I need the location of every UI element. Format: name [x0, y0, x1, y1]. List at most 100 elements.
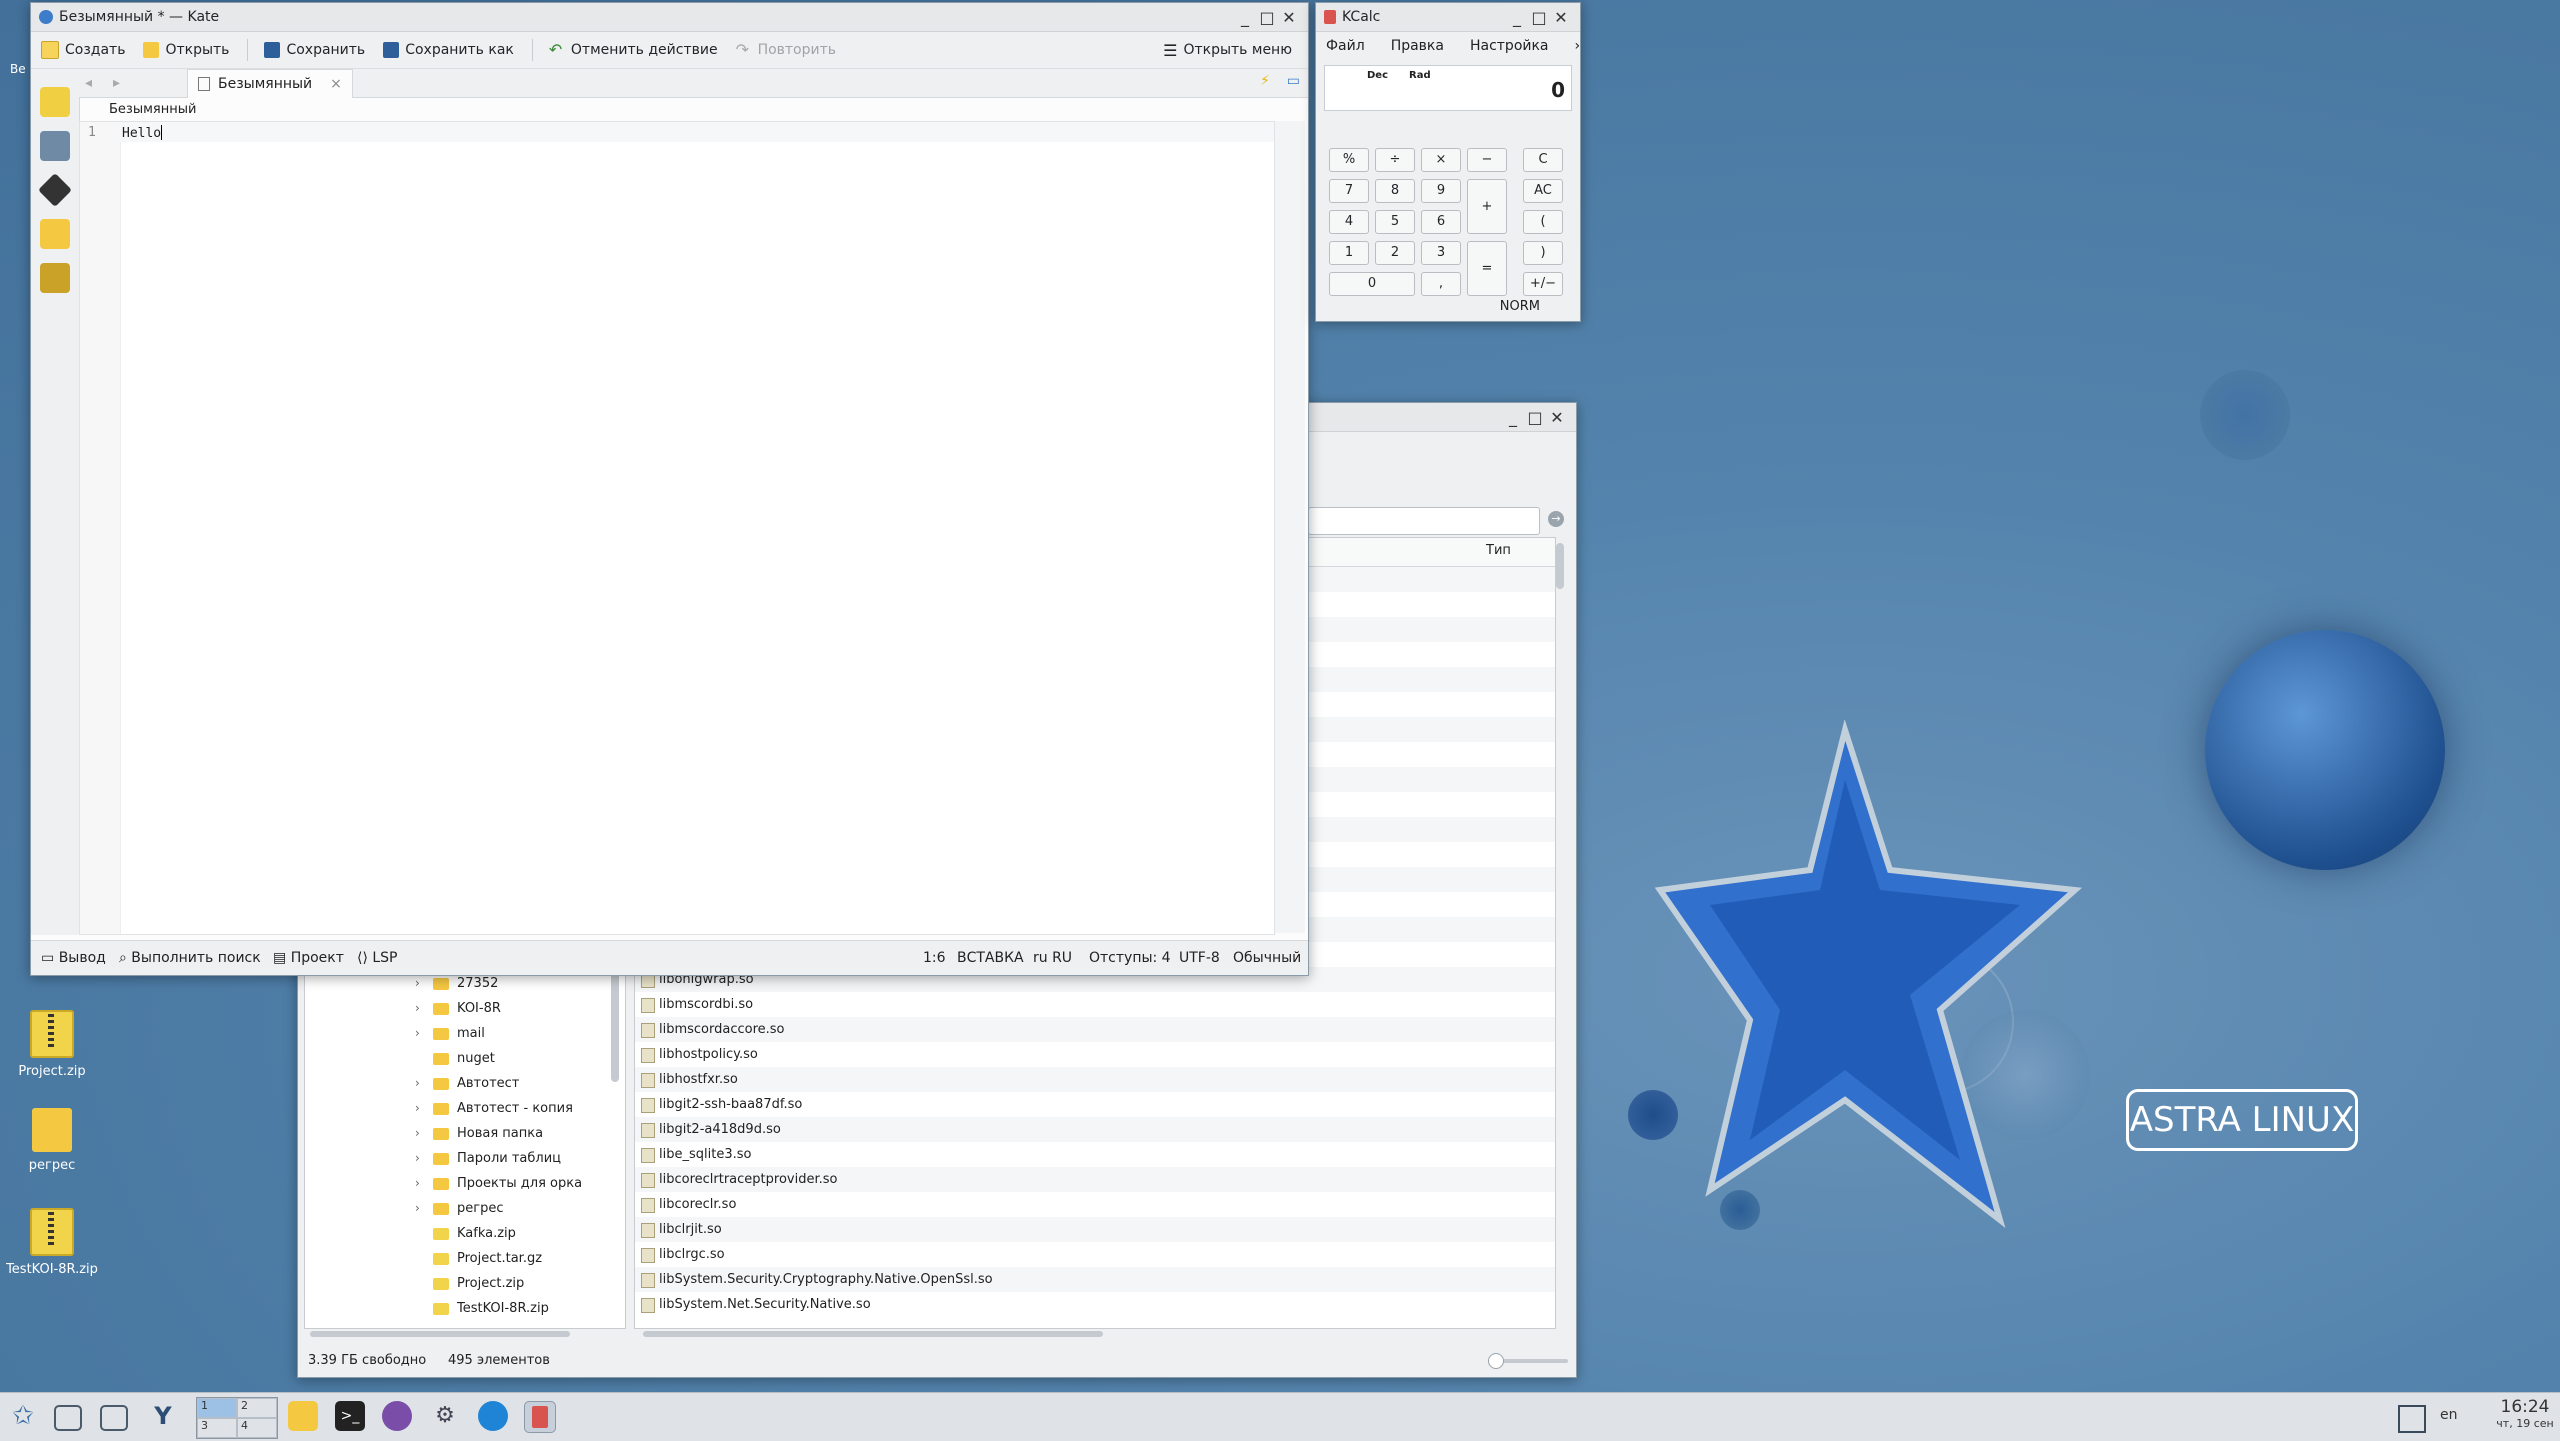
tree-item[interactable]: Project.zip	[305, 1272, 625, 1297]
input-mode[interactable]: ВСТАВКА	[957, 950, 1024, 966]
split-view-icon[interactable]: ▭	[1287, 73, 1300, 89]
projects-icon[interactable]	[40, 219, 70, 249]
indentation-setting[interactable]: Отступы: 4	[1089, 950, 1171, 966]
search-input[interactable]	[1308, 507, 1540, 535]
key-d0[interactable]: 0	[1329, 272, 1415, 296]
file-row[interactable]: libgit2-ssh-baa87df.soРазделяемая библио…	[635, 1092, 1555, 1117]
file-row[interactable]: libcoreclrtraceptprovider.soРазделяемая …	[635, 1167, 1555, 1192]
tree-item[interactable]: nuget	[305, 1047, 625, 1072]
filesystem-browser-icon[interactable]	[40, 131, 70, 161]
app-grid-icon[interactable]	[2398, 1405, 2426, 1433]
expand-arrow-icon[interactable]: ›	[415, 1201, 420, 1215]
key-divide[interactable]: ÷	[1375, 148, 1415, 172]
syntax-mode[interactable]: Обычный	[1233, 950, 1301, 966]
git-icon[interactable]	[38, 173, 72, 207]
key-multiply[interactable]: ×	[1421, 148, 1461, 172]
close-icon[interactable]: ✕	[1550, 8, 1572, 27]
key-comma[interactable]: ,	[1421, 272, 1461, 296]
screenshot-icon[interactable]	[100, 1405, 128, 1431]
minimize-icon[interactable]: _	[1234, 8, 1256, 27]
dictionary-language[interactable]: ru RU	[1033, 950, 1072, 966]
key-plus[interactable]: +	[1467, 179, 1507, 234]
undo-button[interactable]: ↶ Отменить действие	[549, 42, 718, 59]
start-menu-star-icon[interactable]: ✩	[8, 1401, 38, 1431]
file-list-hscrollbar[interactable]	[643, 1331, 1103, 1337]
documents-icon[interactable]	[40, 87, 70, 117]
file-row[interactable]: libmscordaccore.soРазделяемая библиотека	[635, 1017, 1555, 1042]
key-clear[interactable]: C	[1523, 148, 1563, 172]
tree-item[interactable]: › Автотест	[305, 1072, 625, 1097]
menu-edit[interactable]: Правка	[1391, 38, 1444, 54]
minimap-scrollbar[interactable]	[1275, 121, 1305, 933]
column-header-type[interactable]: Тип	[1486, 543, 1511, 558]
key-d5[interactable]: 5	[1375, 210, 1415, 234]
expand-arrow-icon[interactable]: ›	[415, 1101, 420, 1115]
key-d4[interactable]: 4	[1329, 210, 1369, 234]
file-row[interactable]: libcoreclr.soРазделяемая библиотека	[635, 1192, 1555, 1217]
minimize-icon[interactable]: _	[1502, 408, 1524, 427]
search-go-icon[interactable]: →	[1548, 511, 1564, 527]
maximize-icon[interactable]: □	[1256, 8, 1278, 27]
open-button[interactable]: Открыть	[143, 42, 229, 58]
breadcrumb[interactable]: Безымянный	[79, 99, 1308, 121]
tab-scroll-right-icon[interactable]: ▸	[113, 75, 120, 91]
tree-item[interactable]: › Проекты для орка	[305, 1172, 625, 1197]
close-tab-icon[interactable]: ×	[330, 76, 342, 92]
file-row[interactable]: libmscordbi.soРазделяемая библиотека	[635, 992, 1555, 1017]
project-panel-button[interactable]: ▤ Проект	[273, 950, 344, 966]
file-list-scrollbar[interactable]	[1556, 543, 1564, 589]
save-button[interactable]: Сохранить	[264, 42, 365, 58]
key-d9[interactable]: 9	[1421, 179, 1461, 203]
key-d6[interactable]: 6	[1421, 210, 1461, 234]
tab-scroll-left-icon[interactable]: ◂	[85, 75, 92, 91]
tree-hscrollbar[interactable]	[310, 1331, 570, 1337]
close-icon[interactable]: ✕	[1278, 8, 1300, 27]
virtual-desktop-pager[interactable]: 1 2 3 4	[196, 1397, 278, 1439]
keyboard-layout[interactable]: en	[2440, 1407, 2458, 1423]
key-d7[interactable]: 7	[1329, 179, 1369, 203]
new-button[interactable]: Создать	[41, 41, 125, 59]
clock[interactable]: 16:24 чт, 19 сен	[2490, 1397, 2560, 1430]
desktop-icon-regres-folder[interactable]: регрес	[0, 1108, 107, 1173]
key-d2[interactable]: 2	[1375, 241, 1415, 265]
file-row[interactable]: libhostpolicy.soРазделяемая библиотека	[635, 1042, 1555, 1067]
quick-open-icon[interactable]: ⚡	[1260, 73, 1270, 89]
key-equals[interactable]: =	[1467, 241, 1507, 296]
minimize-icon[interactable]: _	[1506, 8, 1528, 27]
close-icon[interactable]: ✕	[1546, 408, 1568, 427]
tree-item[interactable]: › Пароли таблиц	[305, 1147, 625, 1172]
key-d3[interactable]: 3	[1421, 241, 1461, 265]
redo-button[interactable]: ↷ Повторить	[736, 42, 836, 59]
key-sign[interactable]: +/−	[1523, 272, 1563, 296]
tree-item[interactable]: › Автотест - копия	[305, 1097, 625, 1122]
tree-item[interactable]: Kafka.zip	[305, 1222, 625, 1247]
menu-overflow-icon[interactable]: ›	[1575, 38, 1581, 54]
terminal-icon[interactable]: >_	[335, 1401, 365, 1431]
tree-item[interactable]: › mail	[305, 1022, 625, 1047]
expand-arrow-icon[interactable]: ›	[415, 1151, 420, 1165]
text-editor[interactable]: 1 Hello	[79, 121, 1275, 935]
key-d8[interactable]: 8	[1375, 179, 1415, 203]
encoding-setting[interactable]: UTF-8	[1179, 950, 1220, 966]
menu-settings[interactable]: Настройка	[1470, 38, 1549, 54]
desktop-2[interactable]: 2	[237, 1398, 277, 1418]
tree-item[interactable]: Project.tar.gz	[305, 1247, 625, 1272]
external-tools-icon[interactable]	[40, 263, 70, 293]
tree-item[interactable]: › KOI-8R	[305, 997, 625, 1022]
cursor-position[interactable]: 1:6	[923, 950, 946, 966]
desktop-icon-testkoi-zip[interactable]: TestKOI-8R.zip	[0, 1208, 107, 1277]
zoom-slider[interactable]	[1488, 1353, 1568, 1369]
file-row[interactable]: libe_sqlite3.soРазделяемая библиотека	[635, 1142, 1555, 1167]
file-row[interactable]: libhostfxr.soРазделяемая библиотека	[635, 1067, 1555, 1092]
code-line[interactable]: Hello	[122, 125, 163, 141]
kate-taskbar-icon[interactable]	[478, 1401, 508, 1431]
tree-item[interactable]: TestKOI-8R.zip	[305, 1297, 625, 1322]
file-row[interactable]: libgit2-a418d9d.soРазделяемая библиотека	[635, 1117, 1555, 1142]
expand-arrow-icon[interactable]: ›	[415, 1026, 420, 1040]
kcalc-taskbar-icon[interactable]	[524, 1401, 556, 1433]
search-panel-button[interactable]: ⌕ Выполнить поиск	[119, 950, 261, 966]
file-row[interactable]: libSystem.Net.Security.Native.soРазделяе…	[635, 1292, 1555, 1317]
key-lparen[interactable]: (	[1523, 210, 1563, 234]
file-row[interactable]: libSystem.Security.Cryptography.Native.O…	[635, 1267, 1555, 1292]
expand-arrow-icon[interactable]: ›	[415, 976, 420, 990]
